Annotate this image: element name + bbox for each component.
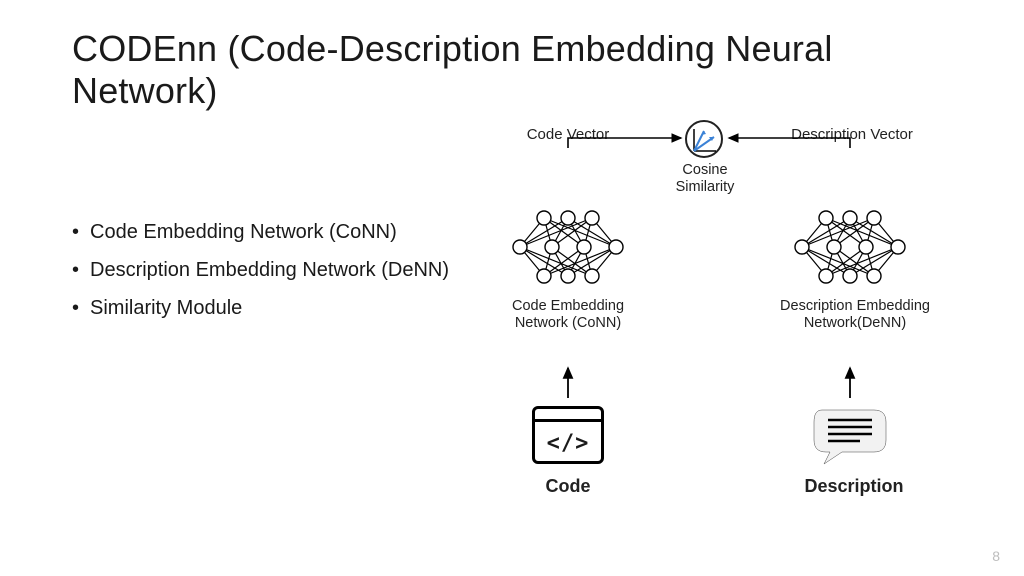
slide: CODEnn (Code-Description Embedding Neura… — [0, 0, 1024, 576]
denn-label: Description Embedding Network(DeNN) — [770, 298, 940, 333]
architecture-diagram: Code Vector Description Vector Cosine Si… — [500, 120, 1000, 550]
denn-network-icon — [790, 208, 910, 288]
conn-label: Code Embedding Network (CoNN) — [498, 298, 638, 333]
page-number: 8 — [992, 548, 1000, 564]
description-icon — [810, 404, 890, 458]
code-label: Code — [518, 476, 618, 497]
description-label: Description — [794, 476, 914, 497]
conn-network-icon — [508, 208, 628, 288]
slide-title: CODEnn (Code-Description Embedding Neura… — [72, 28, 952, 113]
code-icon: </> — [532, 406, 604, 464]
code-glyph: </> — [535, 431, 601, 456]
